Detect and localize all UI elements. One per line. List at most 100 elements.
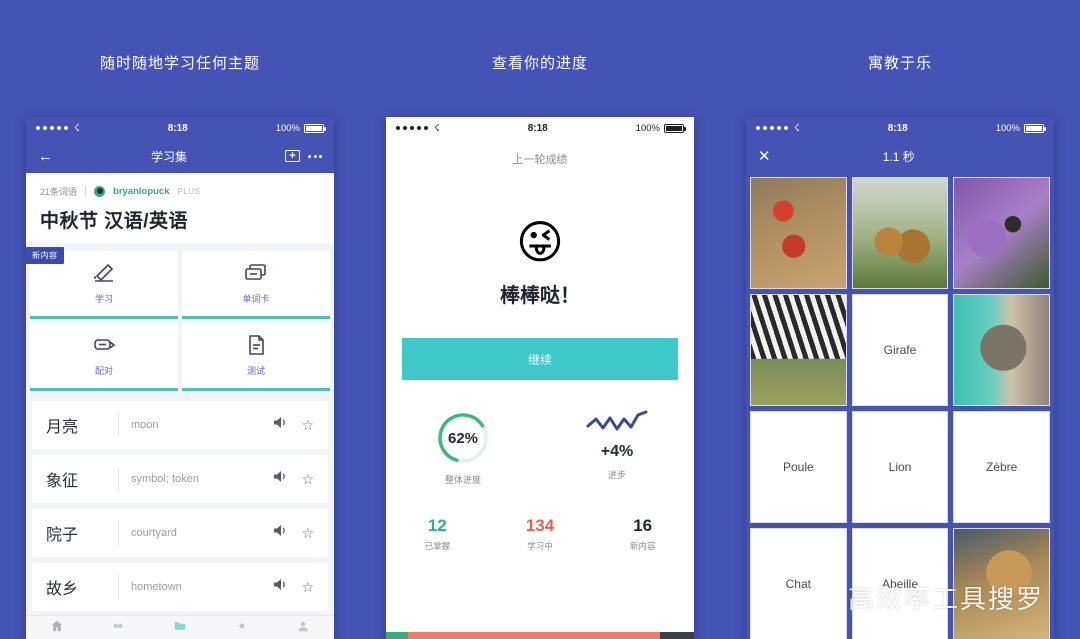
match-tile-cat[interactable]: [953, 294, 1050, 406]
sidebar-item-home[interactable]: [51, 619, 63, 637]
list-item[interactable]: 院子 courtyard ☆: [32, 509, 328, 557]
battery-icon: [304, 123, 326, 133]
counter-caption: 已掌握: [424, 541, 451, 551]
mode-label: 测试: [246, 366, 265, 376]
page-title: 中秋节 汉语/英语: [40, 211, 189, 232]
progress-value: 62%: [447, 429, 479, 447]
sidebar-item-profile[interactable]: [297, 619, 309, 637]
bee-photo: [954, 178, 1049, 288]
star-outline-icon[interactable]: ☆: [301, 417, 314, 434]
cards-stack-icon: [243, 262, 269, 284]
back-arrow-icon[interactable]: ←: [38, 149, 53, 164]
status-time: 8:18: [167, 122, 188, 134]
battery-percent: 100%: [635, 122, 660, 134]
match-cards-icon: [91, 334, 117, 356]
status-time: 8:18: [527, 122, 548, 134]
status-bar: ☇ 8:18 100%: [386, 117, 694, 139]
study-set-body: 21条词语 bryanlopuck PLUS 中秋节 汉语/英语 新内容 学习 …: [26, 173, 334, 639]
sidebar-item-people[interactable]: [112, 619, 124, 637]
headline-left: 随时随地学习任何主题: [99, 55, 260, 72]
mode-label: 配对: [94, 366, 113, 376]
screenshot-root: 随时随地学习任何主题 查看你的进度 寓教于乐 ☇ 8:18 100% ← 学习集…: [0, 0, 1080, 639]
segmented-progress-bar: [386, 632, 694, 639]
counter-mastered: 12 已掌握: [386, 516, 489, 552]
status-time: 8:18: [887, 122, 908, 134]
avatar: [94, 186, 106, 197]
phone-screen-study-set: ☇ 8:18 100% ← 学习集 21条词语 bryanlopuck PLUS: [26, 117, 334, 639]
results-headline: 棒棒哒！: [500, 285, 580, 307]
speaker-icon[interactable]: [274, 470, 289, 488]
term-divider: [118, 413, 119, 437]
segment-mastered: [386, 632, 408, 639]
match-tile-poule-word[interactable]: Poule: [750, 411, 847, 523]
star-outline-icon[interactable]: ☆: [301, 579, 314, 596]
counter-new: 16 新内容: [591, 516, 694, 552]
results-subtitle: 上一轮成绩: [512, 154, 568, 166]
battery-percent: 100%: [995, 122, 1020, 134]
battery-icon: [1024, 123, 1046, 133]
phone-screen-match-game: ☇ 8:18 100% ✕ 1.1 秒 Girafe Poule Lion Zè…: [746, 117, 1054, 639]
term-list: 月亮 moon ☆ 象征 symbol; token ☆ 院子 courtyar…: [26, 391, 334, 631]
star-outline-icon[interactable]: ☆: [301, 471, 314, 488]
more-dots-icon[interactable]: [308, 154, 322, 158]
match-tile-lion-word[interactable]: Lion: [851, 411, 949, 523]
term-english: courtyard: [131, 527, 177, 539]
term-divider: [118, 575, 119, 599]
close-x-icon[interactable]: ✕: [758, 149, 771, 164]
counter-caption: 新内容: [629, 541, 656, 551]
new-content-badge: 新内容: [26, 247, 64, 264]
term-english: hometown: [131, 581, 182, 593]
mode-card-flashcards[interactable]: 单词卡: [182, 251, 330, 319]
headline-right: 寓教于乐: [867, 55, 932, 72]
pencil-underline-icon: [91, 262, 117, 284]
speaker-icon[interactable]: [274, 524, 289, 542]
folder-add-icon[interactable]: [285, 150, 300, 162]
list-item[interactable]: 象征 symbol; token ☆: [32, 455, 328, 503]
continue-button[interactable]: 继续: [402, 338, 678, 380]
match-tile-girafe-word[interactable]: Girafe: [851, 294, 949, 406]
term-english: moon: [131, 419, 159, 431]
speaker-icon[interactable]: [274, 416, 289, 434]
match-tile-bee[interactable]: [953, 177, 1050, 289]
battery-icon: [664, 123, 686, 133]
nav-bar: ← 学习集: [26, 139, 334, 173]
term-count: 21条词语: [40, 187, 78, 197]
status-bar: ☇ 8:18 100%: [746, 117, 1054, 139]
sidebar-item-folder[interactable]: [174, 619, 186, 637]
progress-caption: 整体进度: [444, 475, 481, 485]
match-grid: Girafe Poule Lion Zèbre Chat Abeille: [750, 177, 1050, 639]
list-item[interactable]: 故乡 hometown ☆: [32, 563, 328, 611]
improvement-value: +4%: [600, 443, 634, 460]
match-tile-chicken[interactable]: [750, 177, 847, 289]
signal-indicator: ☇: [396, 123, 440, 134]
results-body: 上一轮成绩 😜 棒棒哒！ 继续 62% 整体进度 +4% 进步 12 已掌握 1…: [386, 139, 694, 639]
match-tile-giraffe[interactable]: [851, 177, 949, 289]
author-name[interactable]: bryanlopuck: [113, 186, 170, 197]
mode-card-test[interactable]: 测试: [182, 323, 330, 391]
match-tile-chat-word[interactable]: Chat: [750, 528, 847, 639]
match-tile-abeille-word[interactable]: Abeille: [851, 528, 949, 639]
study-modes-grid: 新内容 学习 单词卡 配对 测试: [26, 243, 334, 391]
mode-label: 单词卡: [242, 294, 270, 304]
match-tile-zebre-word[interactable]: Zèbre: [953, 411, 1050, 523]
speaker-icon[interactable]: [274, 578, 289, 596]
lion-photo: [954, 529, 1049, 639]
star-outline-icon[interactable]: ☆: [301, 525, 314, 542]
nav-title: 学习集: [150, 149, 187, 164]
nav-bar: ✕ 1.1 秒: [746, 139, 1054, 173]
improvement-caption: 进步: [607, 470, 626, 480]
mode-card-learn[interactable]: 新内容 学习: [26, 247, 178, 319]
sparkline-icon: [586, 410, 648, 436]
term-divider: [118, 521, 119, 545]
counter-learning: 134 学习中: [489, 516, 592, 552]
list-item[interactable]: 月亮 moon ☆: [32, 401, 328, 449]
counter-value: 12: [427, 516, 447, 535]
cat-photo: [954, 295, 1049, 405]
zebra-photo: [751, 295, 846, 405]
match-tile-lion[interactable]: [953, 528, 1050, 639]
meta-divider: [85, 186, 87, 197]
match-tile-zebra[interactable]: [750, 294, 847, 406]
mode-card-match[interactable]: 配对: [30, 323, 178, 391]
document-test-icon: [243, 334, 269, 356]
sidebar-item-circle[interactable]: [236, 619, 248, 637]
